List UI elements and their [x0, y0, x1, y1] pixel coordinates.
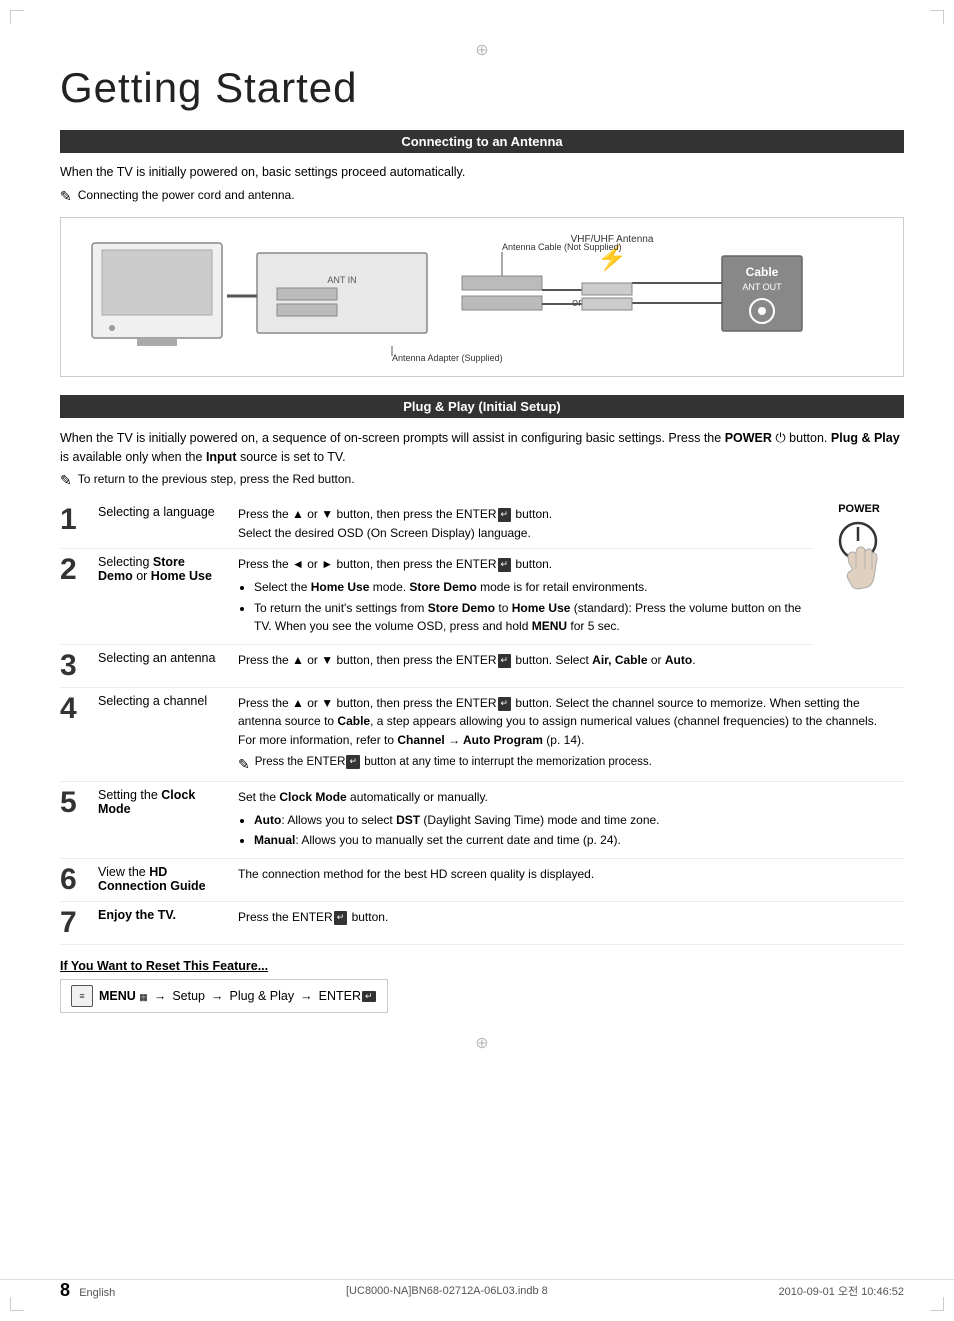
bottom-compass-icon: ⊕: [60, 1033, 904, 1053]
svg-text:Antenna Adapter (Supplied): Antenna Adapter (Supplied): [392, 353, 503, 363]
note-pencil-icon3: ✎: [238, 754, 250, 776]
section-antenna-note: ✎ Connecting the power cord and antenna.: [60, 188, 904, 205]
page-number: 8 English: [60, 1280, 115, 1301]
page-title: Getting Started: [60, 64, 904, 112]
reset-arrow2: →: [211, 989, 224, 1003]
note-pencil-icon: ✎: [60, 188, 72, 205]
reset-setup: Setup: [172, 989, 205, 1003]
steps-table: 1 Selecting a language Press the ▲ or ▼ …: [60, 499, 904, 945]
date-info: 2010-09-01 오전 10:46:52: [779, 1283, 904, 1299]
antenna-diagram-svg: ANT IN VHF/UHF Antenna ⚡ Antenna Cable (…: [75, 228, 889, 368]
reset-arrow3: →: [300, 989, 313, 1003]
plug-play-bold: Plug & Play: [831, 431, 900, 445]
power-label: POWER: [818, 503, 900, 515]
step-desc-3: Press the ▲ or ▼ button, then press the …: [230, 644, 814, 687]
page-footer: 8 English [UC8000-NA]BN68-02712A-06L03.i…: [0, 1279, 954, 1301]
power-bold: POWER: [725, 431, 772, 445]
page-container: ⊕ Getting Started Connecting to an Anten…: [0, 0, 954, 1321]
steps-intro-para: When the TV is initially powered on, a s…: [60, 428, 904, 467]
step-num-2: 2: [60, 549, 90, 644]
step-row-1: 1 Selecting a language Press the ▲ or ▼ …: [60, 499, 904, 549]
antenna-diagram: ANT IN VHF/UHF Antenna ⚡ Antenna Cable (…: [60, 217, 904, 377]
reset-plug-play: Plug & Play: [229, 989, 294, 1003]
section-plug-play: Plug & Play (Initial Setup) When the TV …: [60, 395, 904, 1013]
step-num-4: 4: [60, 687, 90, 781]
step-desc-1: Press the ▲ or ▼ button, then press the …: [230, 499, 814, 549]
reset-arrow1: →: [154, 989, 167, 1003]
step-row-6: 6 View the HD Connection Guide The conne…: [60, 859, 904, 902]
step-row-3: 3 Selecting an antenna Press the ▲ or ▼ …: [60, 644, 904, 687]
reset-section: If You Want to Reset This Feature... ≡ M…: [60, 959, 904, 1013]
svg-text:ANT OUT: ANT OUT: [742, 282, 782, 292]
step-title-5: Setting the Clock Mode: [90, 782, 230, 859]
input-bold: Input: [206, 450, 237, 464]
step-title-4: Selecting a channel: [90, 687, 230, 781]
section-antenna-header: Connecting to an Antenna: [60, 130, 904, 153]
step-row-2: 2 Selecting Store Demo or Home Use Press…: [60, 549, 904, 644]
file-info: [UC8000-NA]BN68-02712A-06L03.indb 8: [346, 1285, 548, 1297]
reset-title: If You Want to Reset This Feature...: [60, 959, 904, 973]
step-row-5: 5 Setting the Clock Mode Set the Clock M…: [60, 782, 904, 859]
step-desc-7: Press the ENTER↵ button.: [230, 902, 904, 945]
power-hand-image: POWER: [814, 499, 904, 687]
step-num-3: 3: [60, 644, 90, 687]
step-num-6: 6: [60, 859, 90, 902]
step-title-3: Selecting an antenna: [90, 644, 230, 687]
reset-enter: ENTER↵: [319, 989, 377, 1003]
reset-menu-label: MENU ▦: [99, 989, 148, 1003]
section-antenna: Connecting to an Antenna When the TV is …: [60, 130, 904, 377]
svg-text:ANT IN: ANT IN: [327, 275, 356, 285]
step-desc-4: Press the ▲ or ▼ button, then press the …: [230, 687, 904, 781]
step-desc-6: The connection method for the best HD sc…: [230, 859, 904, 902]
step-desc-2: Press the ◄ or ► button, then press the …: [230, 549, 814, 644]
step-title-6: View the HD Connection Guide: [90, 859, 230, 902]
svg-text:Cable: Cable: [746, 265, 779, 279]
power-button-hand-svg: [818, 519, 898, 614]
step-4-note: ✎ Press the ENTER↵ button at any time to…: [238, 754, 896, 776]
step-row-7: 7 Enjoy the TV. Press the ENTER↵ button.: [60, 902, 904, 945]
section-antenna-para1: When the TV is initially powered on, bas…: [60, 163, 904, 182]
section-plug-header: Plug & Play (Initial Setup): [60, 395, 904, 418]
step-title-7: Enjoy the TV.: [90, 902, 230, 945]
reset-command-line: ≡ MENU ▦ → Setup → Plug & Play → ENTER↵: [60, 979, 388, 1013]
step-num-5: 5: [60, 782, 90, 859]
steps-return-note: ✎ To return to the previous step, press …: [60, 472, 904, 489]
step-num-7: 7: [60, 902, 90, 945]
step-row-4: 4 Selecting a channel Press the ▲ or ▼ b…: [60, 687, 904, 781]
step-title-1: Selecting a language: [90, 499, 230, 549]
step-desc-5: Set the Clock Mode automatically or manu…: [230, 782, 904, 859]
menu-icon: ≡: [71, 985, 93, 1007]
svg-text:Antenna Cable (Not Supplied): Antenna Cable (Not Supplied): [502, 242, 622, 252]
top-compass-icon: ⊕: [60, 40, 904, 60]
step-num-1: 1: [60, 499, 90, 549]
note-pencil-icon2: ✎: [60, 472, 72, 489]
step-title-2: Selecting Store Demo or Home Use: [90, 549, 230, 644]
